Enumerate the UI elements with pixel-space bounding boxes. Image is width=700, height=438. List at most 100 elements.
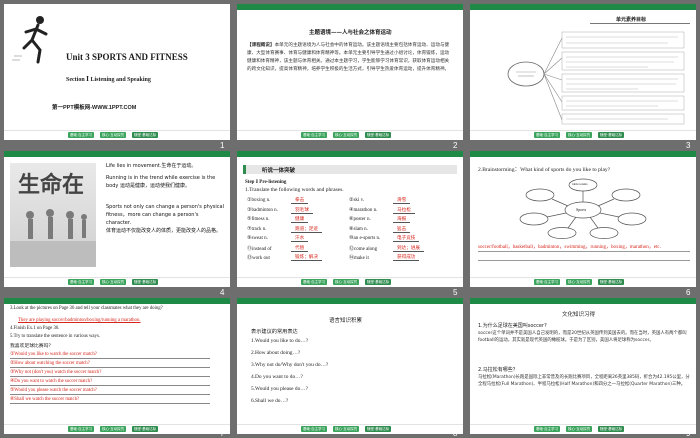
vocab-translation: 汗水 bbox=[291, 235, 309, 242]
slide-9[interactable]: 文化知识习得 1.为什么足球在美国叫soccer? soccer这个单词并不是美… bbox=[470, 298, 696, 434]
vocab-item: ⑭make it 获得成功 bbox=[349, 254, 457, 262]
nav-pill-quiz[interactable]: 随堂·基础达标 bbox=[132, 279, 159, 285]
vocab-term: ⑪instead of bbox=[247, 246, 272, 252]
nav-pill-basics[interactable]: 基础·自主学习 bbox=[301, 279, 328, 285]
vocab-translation: 获得成功 bbox=[393, 254, 420, 261]
vocab-translation: 猛击 bbox=[393, 226, 411, 233]
culture-a2: 马拉松(Marathon)长跑是国际上非常普及的长跑比赛项目，全程距离26英里3… bbox=[478, 375, 690, 388]
nav-pill-core[interactable]: 核心·互动探究 bbox=[333, 426, 360, 432]
answer-underline-1 bbox=[478, 251, 690, 252]
section-header-bar: 听说一体突破 bbox=[243, 165, 457, 174]
vocab-item: ⑤fitness n. 健康 bbox=[247, 216, 347, 224]
slide4-line-2: Running is in the trend while exercise i… bbox=[106, 175, 216, 189]
suggestion-item: 2.How about doing…? bbox=[251, 350, 301, 356]
nav-pill-core[interactable]: 核心·互动探究 bbox=[100, 279, 127, 285]
nav-pill-quiz[interactable]: 随堂·基础达标 bbox=[365, 279, 392, 285]
suggestion-item: 3.Why not do/Why don't you do…? bbox=[251, 362, 329, 368]
suggestion-item: 6.Shall we do…? bbox=[251, 398, 289, 404]
vocab-translation: 到达；进展 bbox=[393, 245, 424, 252]
slide-number-8: 8 bbox=[453, 429, 458, 438]
vocab-term: ①boxing n. bbox=[247, 198, 271, 203]
vocab-translation: 代替 bbox=[291, 245, 309, 252]
vocab-translation: 滑雪 bbox=[393, 197, 411, 204]
nav-pill-quiz[interactable]: 随堂·基础达标 bbox=[132, 426, 159, 432]
instruction: 1.Translate the following words and phra… bbox=[245, 187, 344, 193]
vocab-translation: 电子竞技 bbox=[393, 235, 420, 242]
nav-pill-quiz[interactable]: 随堂·基础达标 bbox=[598, 132, 625, 138]
nav-pill-core[interactable]: 核心·互动探究 bbox=[333, 132, 360, 138]
vocab-item: ⑫come along 到达；进展 bbox=[349, 245, 457, 253]
nav-pill-basics[interactable]: 基础·自主学习 bbox=[301, 426, 328, 432]
nav-pill-quiz[interactable]: 随堂·基础达标 bbox=[132, 132, 159, 138]
vocab-item: ⑩an e-sports n. 电子竞技 bbox=[349, 235, 457, 243]
slide-4[interactable]: 生命在 Life lies in movement.生命在于运动。 Runnin… bbox=[4, 151, 230, 287]
theme-title: 主题语境——人与社会之体育运动 bbox=[309, 30, 392, 36]
slide4-line-3: Sports not only can change a person's ph… bbox=[106, 204, 224, 226]
nav-pill-quiz[interactable]: 随堂·基础达标 bbox=[598, 426, 625, 432]
bottom-nav: 基础·自主学习 核心·互动探究 随堂·基础达标 bbox=[4, 424, 230, 434]
nav-pill-basics[interactable]: 基础·自主学习 bbox=[68, 132, 95, 138]
brainstorm-question: 2.Brainstorming：What kind of sports do y… bbox=[478, 167, 611, 173]
step-label: Step Ⅰ Pre-listening bbox=[245, 180, 287, 185]
top-bar bbox=[470, 151, 696, 157]
nav-pill-basics[interactable]: 基础·自主学习 bbox=[534, 132, 561, 138]
nav-pill-quiz[interactable]: 随堂·基础达标 bbox=[365, 132, 392, 138]
nav-pill-quiz[interactable]: 随堂·基础达标 bbox=[598, 279, 625, 285]
vocab-term: ⑧slam n. bbox=[349, 226, 368, 232]
slide-1[interactable]: Unit 3 SPORTS AND FITNESS Section Ⅰ List… bbox=[4, 4, 230, 140]
top-bar bbox=[4, 151, 230, 157]
bottom-nav: 基础·自主学习 核心·互动探究 随堂·基础达标 bbox=[470, 277, 696, 287]
vocab-term: ⑥poster n. bbox=[349, 217, 371, 222]
bottom-nav: 基础·自主学习 核心·互动探究 随堂·基础达标 bbox=[237, 130, 463, 140]
top-bar bbox=[237, 298, 463, 304]
vocab-item: ①boxing n. 拳击 bbox=[247, 197, 347, 205]
slide-6[interactable]: 2.Brainstorming：What kind of sports do y… bbox=[470, 151, 696, 287]
suggestion-item: 4.Do you want to do…? bbox=[251, 374, 303, 380]
nav-pill-core[interactable]: 核心·互动探究 bbox=[100, 132, 127, 138]
nav-pill-core[interactable]: 核心·互动探究 bbox=[566, 279, 593, 285]
translate-prompt: 我喜欢足球比赛吗？ bbox=[10, 344, 54, 349]
nav-pill-basics[interactable]: 基础·自主学习 bbox=[68, 426, 95, 432]
vocab-term: ⑫come along bbox=[349, 246, 378, 252]
intro-text: 本单元的主题语境为人与社会中的体育运动。该主题语境主要包括体育运动、运动与健康、… bbox=[247, 43, 450, 72]
vocab-translation: 羽毛球 bbox=[291, 207, 313, 214]
goals-box-title: 单元素养目标 bbox=[590, 16, 690, 24]
slide-5[interactable]: 听说一体突破 Step Ⅰ Pre-listening 1.Translate … bbox=[237, 151, 463, 287]
culture-q2: 2.马拉松有哪些？ bbox=[478, 367, 518, 373]
runner-illustration bbox=[8, 12, 60, 66]
nav-pill-basics[interactable]: 基础·自主学习 bbox=[534, 279, 561, 285]
top-bar bbox=[237, 4, 463, 10]
vocab-translation: 拳击 bbox=[291, 197, 309, 204]
vocab-translation: 马拉松 bbox=[393, 207, 415, 214]
vocab-term: ⑦track n. bbox=[247, 226, 267, 232]
slide4-line-1: Life lies in movement.生命在于运动。 bbox=[106, 163, 197, 169]
translation-option: ⑤Would you please watch the soccer match… bbox=[10, 387, 210, 395]
top-bar bbox=[470, 298, 696, 304]
slide-number-7: 7 bbox=[220, 429, 225, 438]
nav-pill-core[interactable]: 核心·互动探究 bbox=[333, 279, 360, 285]
vocab-term: ⑤fitness n. bbox=[247, 217, 270, 222]
nav-pill-basics[interactable]: 基础·自主学习 bbox=[301, 132, 328, 138]
slide-3[interactable]: 单元素养目标 基础·自主学习 核心·互动探究 随堂·基础达标 bbox=[470, 4, 696, 140]
vocab-item: ⑪instead of 代替 bbox=[247, 245, 347, 253]
nav-pill-core[interactable]: 核心·互动探究 bbox=[566, 132, 593, 138]
unit-title: Unit 3 SPORTS AND FITNESS bbox=[66, 52, 188, 62]
nav-pill-basics[interactable]: 基础·自主学习 bbox=[68, 279, 95, 285]
slide-number-2: 2 bbox=[453, 141, 458, 150]
nav-pill-core[interactable]: 核心·互动探究 bbox=[100, 426, 127, 432]
nav-pill-basics[interactable]: 基础·自主学习 bbox=[534, 426, 561, 432]
vocab-term: ③badminton n. bbox=[247, 207, 278, 213]
slide-number-5: 5 bbox=[453, 288, 458, 297]
nav-pill-core[interactable]: 核心·互动探究 bbox=[566, 426, 593, 432]
suggestion-subtitle: 表示建议的常用表达 bbox=[251, 329, 298, 335]
top-bar bbox=[237, 151, 463, 157]
intro-paragraph: 【课程概说】本单元的主题语境为人与社会中的体育运动。该主题语境主要包括体育运动、… bbox=[247, 42, 453, 74]
section-title: Section Ⅰ Listening and Speaking bbox=[66, 77, 151, 83]
nav-pill-quiz[interactable]: 随堂·基础达标 bbox=[365, 426, 392, 432]
slide-grid: Unit 3 SPORTS AND FITNESS Section Ⅰ List… bbox=[0, 0, 700, 438]
slide-8[interactable]: 语言知识积累 表示建议的常用表达 1.Would you like to do…… bbox=[237, 298, 463, 434]
slide-2[interactable]: 主题语境——人与社会之体育运动 【课程概说】本单元的主题语境为人与社会中的体育运… bbox=[237, 4, 463, 140]
slide-7[interactable]: 3.Look at the pictures on Page 36 and te… bbox=[4, 298, 230, 434]
bottom-nav: 基础·自主学习 核心·互动探究 随堂·基础达标 bbox=[237, 424, 463, 434]
vocab-item: ⑥poster n. 海报 bbox=[349, 216, 457, 224]
